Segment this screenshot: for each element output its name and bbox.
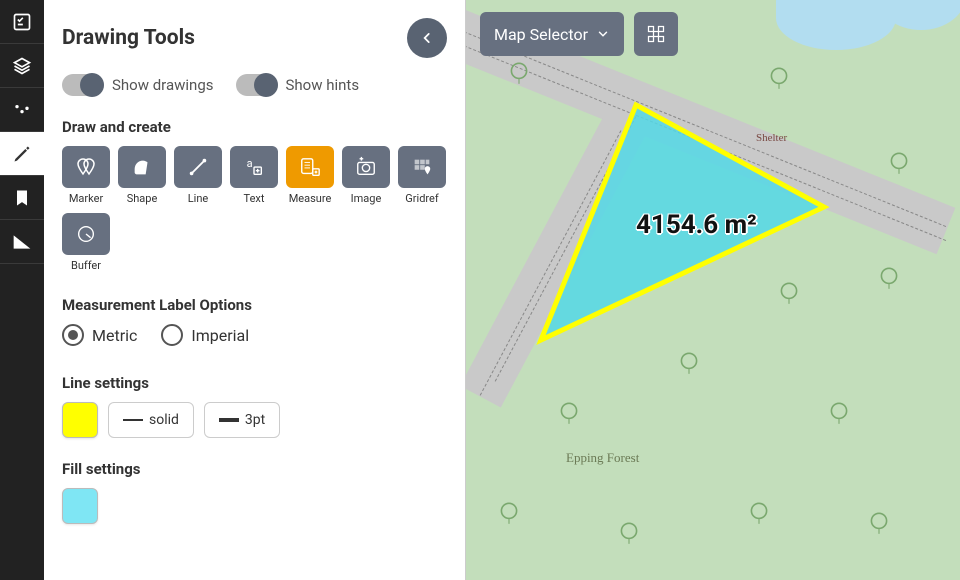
line-solid-icon [123, 419, 143, 421]
tool-label: Buffer [71, 259, 101, 272]
camera-icon [355, 156, 377, 178]
chevron-left-icon [420, 31, 434, 45]
drawing-tools-panel: Drawing Tools Show drawings Show hints D… [44, 0, 466, 580]
map-road [466, 112, 646, 407]
panel-back-button[interactable] [407, 18, 447, 58]
map-selector-label: Map Selector [494, 25, 588, 44]
section-fill-settings-title: Fill settings [62, 460, 447, 478]
tree-icon [886, 150, 912, 176]
grid-icon [646, 24, 666, 44]
tree-icon [556, 400, 582, 426]
line-thick-icon [219, 418, 239, 422]
radio-imperial[interactable]: Imperial [161, 324, 249, 346]
tree-icon [496, 500, 522, 526]
chevron-down-icon [596, 27, 610, 41]
panel-title: Drawing Tools [62, 26, 195, 50]
tool-label: Line [188, 192, 209, 205]
ruler-icon [12, 232, 32, 252]
measurement-label: 4154.6 m² [636, 210, 757, 240]
tree-icon [766, 65, 792, 91]
toggle-label: Show hints [286, 76, 360, 94]
tool-grid: Marker Shape Line a Text [62, 146, 447, 272]
marker-icon [74, 155, 98, 179]
tree-icon [776, 280, 802, 306]
rail-bookmark[interactable] [0, 176, 44, 220]
rail-scatter[interactable] [0, 88, 44, 132]
tool-image[interactable] [342, 146, 390, 188]
line-style-label: solid [149, 412, 179, 428]
map-road-dash [480, 130, 622, 395]
tool-label: Shape [127, 192, 158, 205]
line-icon [187, 156, 209, 178]
tool-marker[interactable] [62, 146, 110, 188]
radio-icon [161, 324, 183, 346]
tool-gridref[interactable] [398, 146, 446, 188]
gridref-icon [411, 156, 433, 178]
section-line-settings-title: Line settings [62, 374, 447, 392]
tool-shape[interactable] [118, 146, 166, 188]
map-grid-button[interactable] [634, 12, 678, 56]
nav-rail [0, 0, 44, 580]
map-selector-dropdown[interactable]: Map Selector [480, 12, 624, 56]
map-road-dash [495, 116, 637, 381]
switch-icon [62, 74, 104, 96]
shape-icon [131, 156, 153, 178]
tool-buffer[interactable] [62, 213, 110, 255]
radio-label: Imperial [191, 326, 249, 345]
map-text-shelter: Shelter [756, 132, 787, 144]
tool-label: Gridref [405, 192, 438, 205]
rail-checklist[interactable] [0, 0, 44, 44]
radio-label: Metric [92, 326, 137, 345]
tool-label: Text [244, 192, 265, 205]
tree-icon [866, 510, 892, 536]
radio-icon [62, 324, 84, 346]
tree-icon [876, 265, 902, 291]
rail-layers[interactable] [0, 44, 44, 88]
switch-icon [236, 74, 278, 96]
tool-measure[interactable] [286, 146, 334, 188]
radio-metric[interactable]: Metric [62, 324, 137, 346]
rail-ruler[interactable] [0, 220, 44, 264]
toggle-show-drawings[interactable]: Show drawings [62, 74, 214, 96]
line-style-select[interactable]: solid [108, 402, 194, 438]
tool-label: Measure [289, 192, 332, 205]
tree-icon [506, 60, 532, 86]
section-draw-title: Draw and create [62, 118, 447, 136]
section-measurement-title: Measurement Label Options [62, 296, 447, 314]
map-canvas[interactable]: 4154.6 m² Shelter Epping Forest Map Sele… [466, 0, 960, 580]
buffer-icon [75, 223, 97, 245]
layers-icon [12, 56, 32, 76]
checklist-icon [12, 12, 32, 32]
tree-icon [746, 500, 772, 526]
line-color-swatch[interactable] [62, 402, 98, 438]
tool-line[interactable] [174, 146, 222, 188]
pencil-icon [12, 144, 32, 164]
tree-icon [676, 350, 702, 376]
rail-pencil[interactable] [0, 132, 44, 176]
toggle-label: Show drawings [112, 76, 214, 94]
tool-text[interactable]: a [230, 146, 278, 188]
tree-icon [616, 520, 642, 546]
measure-icon [299, 156, 321, 178]
text-icon: a [243, 156, 265, 178]
map-bg: 4154.6 m² Shelter Epping Forest [466, 0, 960, 580]
svg-text:a: a [247, 157, 253, 170]
bookmark-icon [12, 188, 32, 208]
tool-label: Image [351, 192, 382, 205]
map-text-forest: Epping Forest [566, 450, 639, 466]
tree-icon [826, 400, 852, 426]
tool-label: Marker [69, 192, 103, 205]
line-width-label: 3pt [245, 412, 265, 428]
toggle-show-hints[interactable]: Show hints [236, 74, 360, 96]
line-width-select[interactable]: 3pt [204, 402, 280, 438]
scatter-icon [12, 100, 32, 120]
fill-color-swatch[interactable] [62, 488, 98, 524]
